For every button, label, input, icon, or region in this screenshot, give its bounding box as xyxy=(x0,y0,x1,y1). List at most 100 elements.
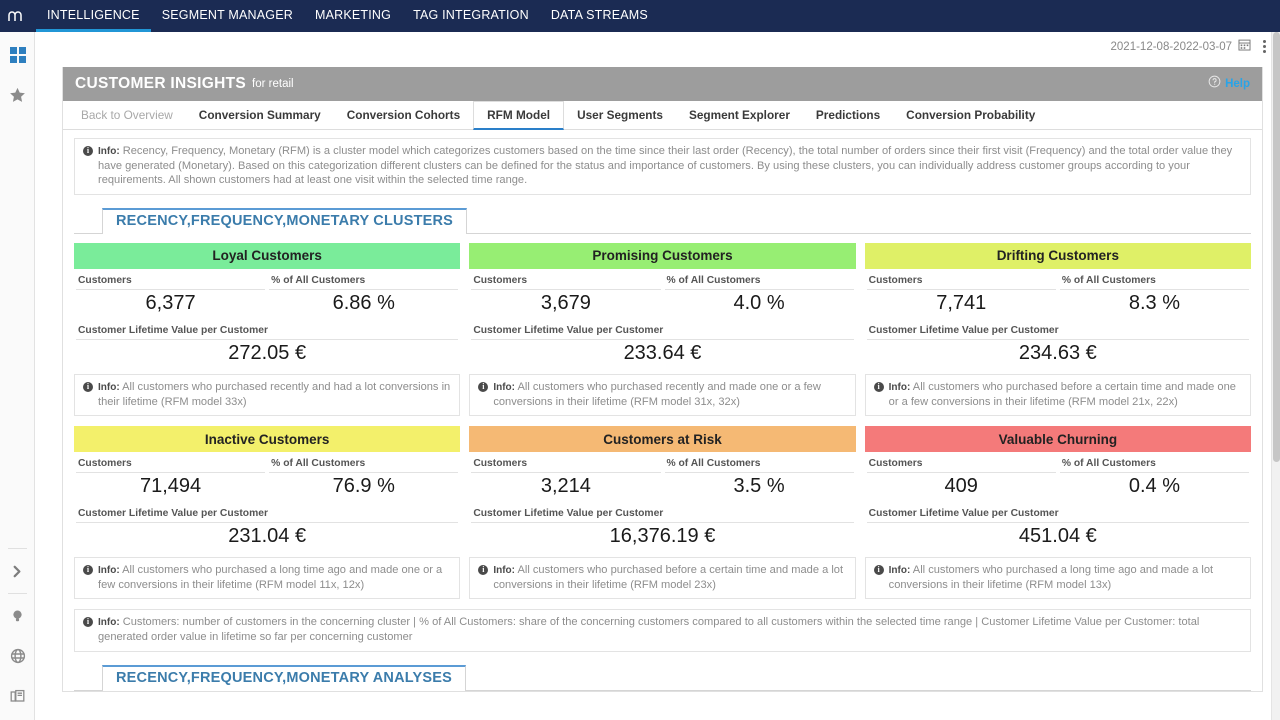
card-title: Loyal Customers xyxy=(74,243,460,269)
tab-rfm-model[interactable]: RFM Model xyxy=(473,101,564,130)
scrollbar-thumb[interactable] xyxy=(1273,32,1280,462)
panel-tab-bar: Back to Overview Conversion Summary Conv… xyxy=(63,101,1262,130)
cluster-card-row-2: Inactive Customers Customers 71,494 % of… xyxy=(74,426,1251,599)
globe-icon[interactable] xyxy=(0,636,35,676)
metric-label: % of All Customers xyxy=(665,269,854,290)
metric-value: 233.64 € xyxy=(471,340,853,369)
tab-label: RFM Model xyxy=(487,108,550,122)
info-prefix: Info: xyxy=(889,565,911,576)
metric-value: 16,376.19 € xyxy=(471,523,853,552)
tab-segment-explorer[interactable]: Segment Explorer xyxy=(676,101,803,130)
card-title: Drifting Customers xyxy=(865,243,1251,269)
card-metrics-clv: Customer Lifetime Value per Customer 231… xyxy=(74,502,460,552)
tab-conversion-summary[interactable]: Conversion Summary xyxy=(186,101,334,130)
info-icon: i xyxy=(83,565,93,575)
info-prefix: Info: xyxy=(889,382,911,393)
metric-clv: Customer Lifetime Value per Customer 233… xyxy=(469,319,855,369)
card-title: Promising Customers xyxy=(469,243,855,269)
card-metrics-clv: Customer Lifetime Value per Customer 451… xyxy=(865,502,1251,552)
metric-value: 409 xyxy=(867,473,1056,502)
info-body: All customers who purchased a long time … xyxy=(98,564,442,591)
rail-divider xyxy=(8,548,27,549)
page-title: CUSTOMER INSIGHTS xyxy=(75,75,246,93)
tab-label: Conversion Cohorts xyxy=(347,108,460,122)
topnav-label: MARKETING xyxy=(315,8,391,22)
metric-label: % of All Customers xyxy=(665,452,854,473)
expand-chevron-icon[interactable] xyxy=(0,551,35,591)
cluster-card-row-1: Loyal Customers Customers 6,377 % of All… xyxy=(74,243,1251,416)
section-title-analyses: RECENCY,FREQUENCY,MONETARY ANALYSES xyxy=(102,665,466,691)
info-text: Info: All customers who purchased a long… xyxy=(98,563,451,592)
info-text: Info: All customers who purchased recent… xyxy=(98,380,451,409)
rfm-description-info-box: i Info: Recency, Frequency, Monetary (RF… xyxy=(74,138,1251,195)
metric-customers: Customers 6,377 xyxy=(74,269,267,319)
tab-label: Predictions xyxy=(816,108,880,122)
topnav-item-intelligence[interactable]: INTELLIGENCE xyxy=(36,0,151,32)
topnav-item-data-streams[interactable]: DATA STREAMS xyxy=(540,0,659,32)
card-metrics: Customers 409 % of All Customers 0.4 % xyxy=(865,452,1251,502)
favorites-star-icon[interactable] xyxy=(0,75,35,115)
customer-insights-panel: CUSTOMER INSIGHTS for retail Help Back t… xyxy=(62,67,1263,692)
rail-divider xyxy=(8,593,27,594)
info-icon: i xyxy=(83,146,93,156)
cluster-card-drifting-customers: Drifting Customers Customers 7,741 % of … xyxy=(865,243,1251,416)
info-text: Info: Customers: number of customers in … xyxy=(98,615,1242,644)
metric-percent-of-all: % of All Customers 6.86 % xyxy=(267,269,460,319)
date-range-label[interactable]: 2021-12-08-2022-03-07 xyxy=(1111,41,1232,53)
tab-predictions[interactable]: Predictions xyxy=(803,101,893,130)
topnav-item-marketing[interactable]: MARKETING xyxy=(304,0,402,32)
topnav-label: INTELLIGENCE xyxy=(47,8,140,22)
idea-bulb-icon[interactable] xyxy=(0,596,35,636)
info-icon: i xyxy=(874,382,884,392)
card-info-box: i Info: All customers who purchased befo… xyxy=(865,374,1251,416)
mapp-logo-icon[interactable] xyxy=(0,0,36,32)
topnav-label: DATA STREAMS xyxy=(551,8,648,22)
left-sidebar-rail xyxy=(0,32,35,720)
tab-label: Conversion Summary xyxy=(199,108,321,122)
page-scrollbar[interactable] xyxy=(1271,32,1280,720)
info-icon: i xyxy=(874,565,884,575)
topnav-item-segment-manager[interactable]: SEGMENT MANAGER xyxy=(151,0,304,32)
help-label: Help xyxy=(1225,78,1250,90)
card-info-box: i Info: All customers who purchased a lo… xyxy=(865,557,1251,599)
metric-value: 3,214 xyxy=(471,473,660,502)
metric-clv: Customer Lifetime Value per Customer 234… xyxy=(865,319,1251,369)
info-body: All customers who purchased recently and… xyxy=(493,381,821,408)
info-text: Info: All customers who purchased recent… xyxy=(493,380,846,409)
tab-back-to-overview[interactable]: Back to Overview xyxy=(68,101,186,130)
main-content-area: 2021-12-08-2022-03-07 CUSTOMER INSIGHTS … xyxy=(35,32,1280,720)
help-button[interactable]: Help xyxy=(1208,75,1250,93)
tab-conversion-probability[interactable]: Conversion Probability xyxy=(893,101,1048,130)
metric-customers: Customers 3,679 xyxy=(469,269,662,319)
info-prefix: Info: xyxy=(98,382,120,393)
info-body: All customers who purchased before a cer… xyxy=(889,381,1236,408)
metric-label: Customers xyxy=(471,452,660,473)
card-title: Valuable Churning xyxy=(865,426,1251,452)
card-metrics-clv: Customer Lifetime Value per Customer 234… xyxy=(865,319,1251,369)
kebab-menu-icon[interactable] xyxy=(1257,40,1272,53)
info-prefix: Info: xyxy=(493,382,515,393)
metric-label: Customers xyxy=(867,269,1056,290)
topnav-item-tag-integration[interactable]: TAG INTEGRATION xyxy=(402,0,540,32)
metric-value: 272.05 € xyxy=(76,340,458,369)
cluster-card-promising-customers: Promising Customers Customers 3,679 % of… xyxy=(469,243,855,416)
metric-label: Customer Lifetime Value per Customer xyxy=(76,502,458,523)
info-body: Recency, Frequency, Monetary (RFM) is a … xyxy=(98,145,1232,186)
metric-label: % of All Customers xyxy=(269,269,458,290)
metric-clv: Customer Lifetime Value per Customer 16,… xyxy=(469,502,855,552)
calendar-icon[interactable] xyxy=(1238,38,1251,56)
cluster-card-valuable-churning: Valuable Churning Customers 409 % of All… xyxy=(865,426,1251,599)
cluster-card-customers-at-risk: Customers at Risk Customers 3,214 % of A… xyxy=(469,426,855,599)
dashboard-grid-icon[interactable] xyxy=(0,35,35,75)
tab-conversion-cohorts[interactable]: Conversion Cohorts xyxy=(334,101,473,130)
tab-user-segments[interactable]: User Segments xyxy=(564,101,676,130)
card-metrics-clv: Customer Lifetime Value per Customer 233… xyxy=(469,319,855,369)
metric-label: % of All Customers xyxy=(1060,452,1249,473)
card-metrics: Customers 3,214 % of All Customers 3.5 % xyxy=(469,452,855,502)
library-icon[interactable] xyxy=(0,676,35,716)
metric-label: Customers xyxy=(76,452,265,473)
question-circle-icon xyxy=(1208,75,1221,93)
info-body: All customers who purchased recently and… xyxy=(98,381,450,408)
card-metrics-clv: Customer Lifetime Value per Customer 16,… xyxy=(469,502,855,552)
metric-value: 451.04 € xyxy=(867,523,1249,552)
